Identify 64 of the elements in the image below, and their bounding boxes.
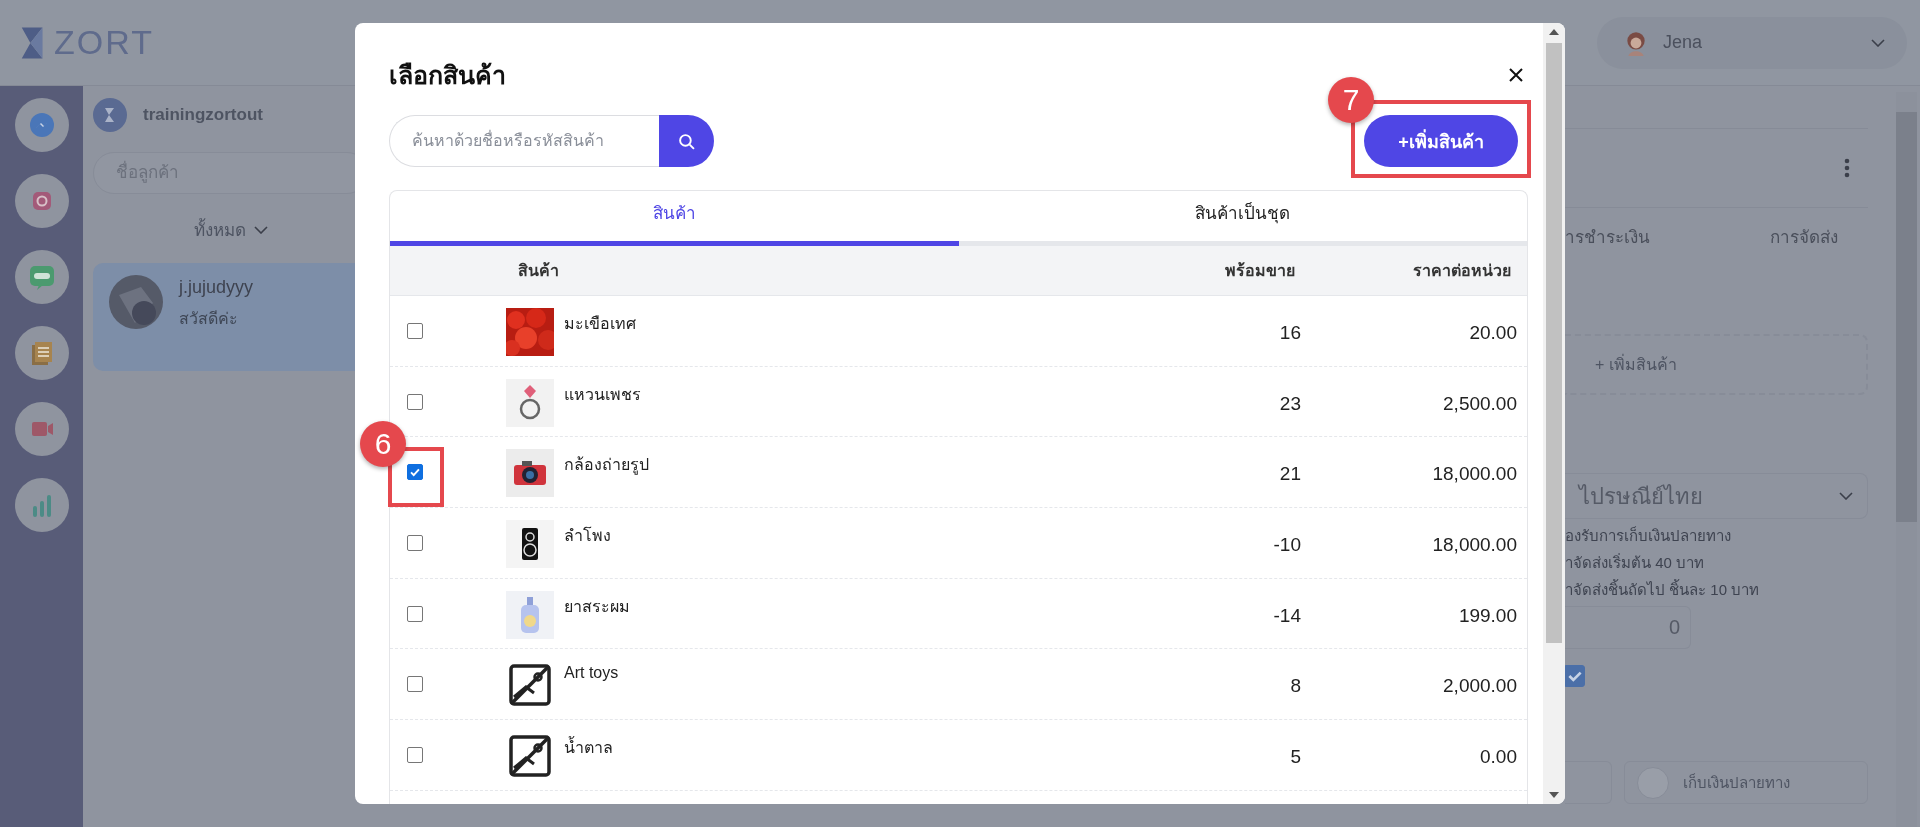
row-checkbox[interactable] [407,464,423,481]
contact-name: j.jujudyyy [179,277,254,298]
price-cell-text: 2,500.00 [1442,391,1518,415]
column-header: พร้อมขาย [1224,261,1296,281]
price-cell-text: 199.00 [1457,603,1518,627]
user-menu[interactable]: Jena [1597,16,1907,69]
price-cell-text: 2,000.00 [1442,674,1518,698]
row-checkbox[interactable] [407,322,423,339]
scroll-up-icon [1549,29,1559,35]
note-text: าจัดส่งเริ่มต้น 40 บาท [1565,552,1706,573]
row-checkbox[interactable] [407,676,423,693]
product-name: ลำโพง [564,525,611,547]
scrollbar[interactable] [1543,23,1565,804]
product-name: น้ำตาล [564,735,613,761]
price-cell-text: 18,000.00 [1431,462,1518,486]
column-header: ราคาต่อหน่วย [1412,261,1512,281]
row-checkbox[interactable] [407,393,423,410]
stock-cell-text: 8 [1289,674,1302,698]
shop-avatar-icon [93,98,127,132]
note-text: าจัดส่งชิ้นถัดไป ชิ้นละ 10 บาท [1565,579,1761,600]
filter-dropdown[interactable]: ทั้งหมด [193,216,268,243]
step-badge: 7 [1328,77,1374,123]
stock-cell-text: -10 [1272,532,1302,556]
payment-option[interactable]: เก็บเงินปลายทาง [1624,761,1868,804]
checkbox[interactable] [1565,665,1585,687]
stock-cell-text: 16 [1278,320,1302,344]
more-icon [1844,158,1850,178]
tab[interactable]: การจัดส่ง [1770,222,1838,250]
search-button[interactable] [659,115,714,167]
price-cell-text: 0.00 [1479,744,1518,768]
column-header: สินค้า [517,261,560,281]
product-name: มะเขือเทศ [564,314,636,334]
stock-cell-text: 21 [1278,462,1302,486]
note-text: องรับการเก็บเงินปลายทาง [1565,525,1732,546]
search-icon [678,132,695,150]
add-product-button[interactable]: +เพิ่มสินค้า [1364,115,1518,167]
stock-cell-text: 5 [1289,744,1302,768]
shop-name: trainingzortout [143,105,263,125]
price-cell-text: 18,000.00 [1431,532,1518,556]
chevron-down-icon [253,225,268,234]
channel-button[interactable] [14,326,69,380]
dialog-title: เลือกสินค้า [389,60,506,91]
stock-cell-text: 23 [1278,391,1302,415]
row-checkbox[interactable] [407,534,423,551]
close-icon[interactable] [1508,67,1524,83]
step-badge: 6 [360,421,406,468]
product-name: ยาสระผม [564,596,630,617]
stock-cell-text: -14 [1272,603,1302,627]
chevron-down-icon [1871,38,1885,47]
shipping-select[interactable]: ไปรษณีย์ไทย [1565,473,1868,519]
logo-icon [20,24,46,61]
message-preview: สวัสดีค่ะ [179,309,239,329]
product-name: แหวนเพชร [564,384,641,405]
user-name: Jena [1663,32,1704,53]
scroll-down-icon [1549,792,1559,798]
channel-button[interactable] [14,250,69,304]
chevron-down-icon [1839,492,1853,500]
price-cell-text: 20.00 [1468,320,1518,344]
tab[interactable]: ารชำระเงิน [1565,222,1650,250]
product-name: Art toys [564,664,619,683]
row-checkbox[interactable] [407,605,423,622]
quantity-field[interactable]: 0 [1565,606,1691,649]
product-name: กล้องถ่ายรูป [564,455,649,477]
row-checkbox[interactable] [407,746,423,763]
